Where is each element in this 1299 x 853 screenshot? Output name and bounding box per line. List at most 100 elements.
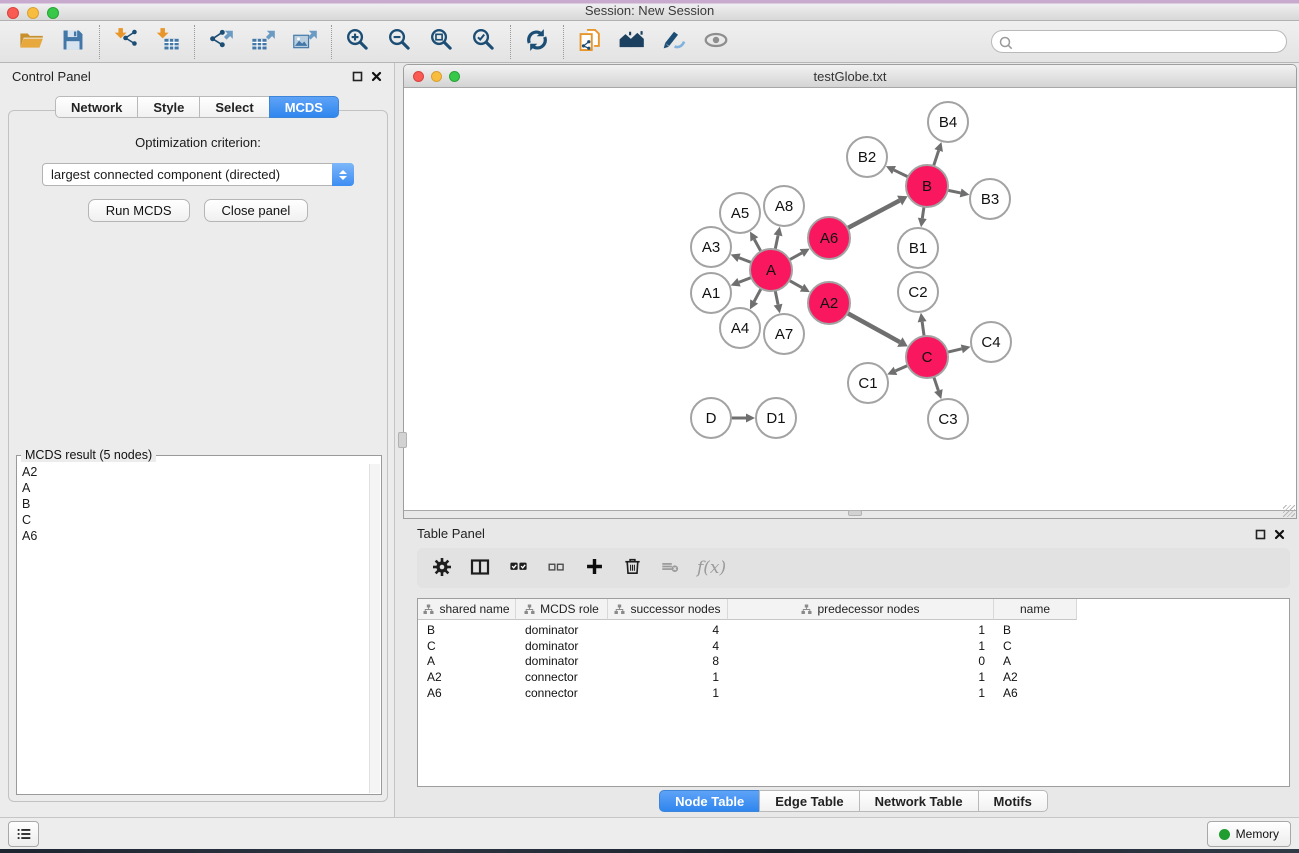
column-header-shared-name[interactable]: shared name bbox=[418, 599, 516, 620]
cell-predecessor-nodes[interactable]: 1 bbox=[728, 623, 994, 639]
table-row[interactable]: A2connector11A2 bbox=[418, 670, 1289, 686]
mcds-result-item[interactable]: A2 bbox=[18, 464, 369, 480]
clone-network-button[interactable] bbox=[569, 24, 611, 60]
memory-button[interactable]: Memory bbox=[1207, 821, 1291, 847]
tab-style[interactable]: Style bbox=[137, 96, 200, 118]
table-tab-edge-table[interactable]: Edge Table bbox=[759, 790, 859, 812]
table-tab-node-table[interactable]: Node Table bbox=[659, 790, 760, 812]
float-panel-icon[interactable] bbox=[352, 71, 363, 82]
zoom-fit-button[interactable] bbox=[421, 24, 463, 60]
cell-successor-nodes[interactable]: 1 bbox=[608, 670, 728, 686]
criterion-dropdown[interactable]: largest connected component (directed) bbox=[42, 163, 354, 186]
tab-select[interactable]: Select bbox=[199, 96, 269, 118]
cell-name[interactable]: A bbox=[994, 654, 1077, 670]
window-resize-grip[interactable] bbox=[1283, 505, 1295, 517]
edge-C-C3[interactable] bbox=[934, 377, 939, 391]
edge-A-A3[interactable] bbox=[739, 258, 751, 263]
edge-A-A1[interactable] bbox=[739, 278, 751, 283]
network-horizontal-scroll-thumb[interactable] bbox=[848, 510, 862, 516]
show-graphics-details-button[interactable] bbox=[653, 24, 695, 60]
cell-MCDS-role[interactable]: dominator bbox=[516, 654, 608, 670]
overview-button[interactable] bbox=[611, 24, 653, 60]
cell-successor-nodes[interactable]: 4 bbox=[608, 639, 728, 655]
cell-name[interactable]: A2 bbox=[994, 670, 1077, 686]
cell-predecessor-nodes[interactable]: 1 bbox=[728, 686, 994, 702]
cell-shared-name[interactable]: C bbox=[418, 639, 516, 655]
cell-shared-name[interactable]: A bbox=[418, 654, 516, 670]
settings-button[interactable] bbox=[425, 552, 459, 584]
open-session-button[interactable] bbox=[10, 24, 52, 60]
close-panel-button[interactable]: Close panel bbox=[204, 199, 309, 222]
mcds-result-item[interactable]: A6 bbox=[18, 528, 369, 544]
edge-C-C1[interactable] bbox=[895, 365, 907, 370]
cell-name[interactable]: B bbox=[994, 623, 1077, 639]
show-hide-details-button[interactable] bbox=[695, 24, 737, 60]
edge-C-C4[interactable] bbox=[947, 349, 961, 352]
close-panel-icon[interactable] bbox=[371, 71, 382, 82]
delete-button[interactable] bbox=[615, 552, 649, 584]
tab-mcds[interactable]: MCDS bbox=[269, 96, 339, 118]
edge-A6-B[interactable] bbox=[848, 201, 900, 229]
edge-B-B2[interactable] bbox=[894, 170, 908, 177]
edge-B-B4[interactable] bbox=[934, 151, 939, 167]
table-row[interactable]: Bdominator41B bbox=[418, 623, 1289, 639]
edge-A2-C[interactable] bbox=[847, 313, 899, 342]
zoom-in-button[interactable] bbox=[337, 24, 379, 60]
edge-A-A7[interactable] bbox=[775, 291, 778, 305]
edge-B-B3[interactable] bbox=[948, 190, 961, 193]
column-header-MCDS-role[interactable]: MCDS role bbox=[516, 599, 608, 620]
mcds-result-item[interactable]: C bbox=[18, 512, 369, 528]
cell-predecessor-nodes[interactable]: 1 bbox=[728, 639, 994, 655]
edge-A-A8[interactable] bbox=[775, 235, 778, 249]
mcds-result-item[interactable]: A bbox=[18, 480, 369, 496]
table-tab-motifs[interactable]: Motifs bbox=[978, 790, 1048, 812]
save-session-button[interactable] bbox=[52, 24, 94, 60]
export-table-button[interactable] bbox=[242, 24, 284, 60]
zoom-selected-button[interactable] bbox=[463, 24, 505, 60]
table-row[interactable]: A6connector11A6 bbox=[418, 686, 1289, 702]
column-header-name[interactable]: name bbox=[994, 599, 1077, 620]
cell-successor-nodes[interactable]: 1 bbox=[608, 686, 728, 702]
table-row[interactable]: Cdominator41C bbox=[418, 639, 1289, 655]
add-button[interactable] bbox=[577, 552, 611, 584]
column-header-successor-nodes[interactable]: successor nodes bbox=[608, 599, 728, 620]
edge-A-A2[interactable] bbox=[789, 280, 802, 287]
cell-successor-nodes[interactable]: 8 bbox=[608, 654, 728, 670]
cell-MCDS-role[interactable]: dominator bbox=[516, 623, 608, 639]
network-canvas[interactable]: B4B2BB3A8A5A6A3B1AC2A1A2A4A7C4CC1C3DD1 bbox=[404, 88, 1296, 511]
edge-A-A5[interactable] bbox=[754, 239, 761, 251]
zoom-out-button[interactable] bbox=[379, 24, 421, 60]
float-table-panel-icon[interactable] bbox=[1255, 528, 1266, 543]
task-history-button[interactable] bbox=[8, 821, 39, 847]
search-input[interactable] bbox=[991, 30, 1287, 53]
cell-MCDS-role[interactable]: connector bbox=[516, 686, 608, 702]
edge-A-A6[interactable] bbox=[789, 253, 801, 260]
import-table-button[interactable] bbox=[147, 24, 189, 60]
cell-predecessor-nodes[interactable]: 1 bbox=[728, 670, 994, 686]
cell-predecessor-nodes[interactable]: 0 bbox=[728, 654, 994, 670]
select-all-button[interactable] bbox=[501, 552, 535, 584]
edge-A-A4[interactable] bbox=[754, 289, 761, 302]
run-mcds-button[interactable]: Run MCDS bbox=[88, 199, 190, 222]
cell-name[interactable]: A6 bbox=[994, 686, 1077, 702]
close-table-panel-icon[interactable] bbox=[1274, 528, 1285, 543]
mcds-list-scrollbar[interactable] bbox=[369, 464, 380, 793]
apply-layout-button[interactable] bbox=[516, 24, 558, 60]
export-image-button[interactable] bbox=[284, 24, 326, 60]
column-header-predecessor-nodes[interactable]: predecessor nodes bbox=[728, 599, 994, 620]
cell-successor-nodes[interactable]: 4 bbox=[608, 623, 728, 639]
tab-network[interactable]: Network bbox=[55, 96, 138, 118]
cell-name[interactable]: C bbox=[994, 639, 1077, 655]
edge-C-C2[interactable] bbox=[922, 322, 924, 336]
import-network-button[interactable] bbox=[105, 24, 147, 60]
cell-MCDS-role[interactable]: dominator bbox=[516, 639, 608, 655]
table-row[interactable]: Adominator80A bbox=[418, 654, 1289, 670]
mcds-result-item[interactable]: B bbox=[18, 496, 369, 512]
deselect-all-button[interactable] bbox=[539, 552, 573, 584]
cell-shared-name[interactable]: A6 bbox=[418, 686, 516, 702]
export-network-button[interactable] bbox=[200, 24, 242, 60]
edge-B-B1[interactable] bbox=[922, 207, 924, 219]
cell-shared-name[interactable]: A2 bbox=[418, 670, 516, 686]
table-tab-network-table[interactable]: Network Table bbox=[859, 790, 979, 812]
cell-shared-name[interactable]: B bbox=[418, 623, 516, 639]
